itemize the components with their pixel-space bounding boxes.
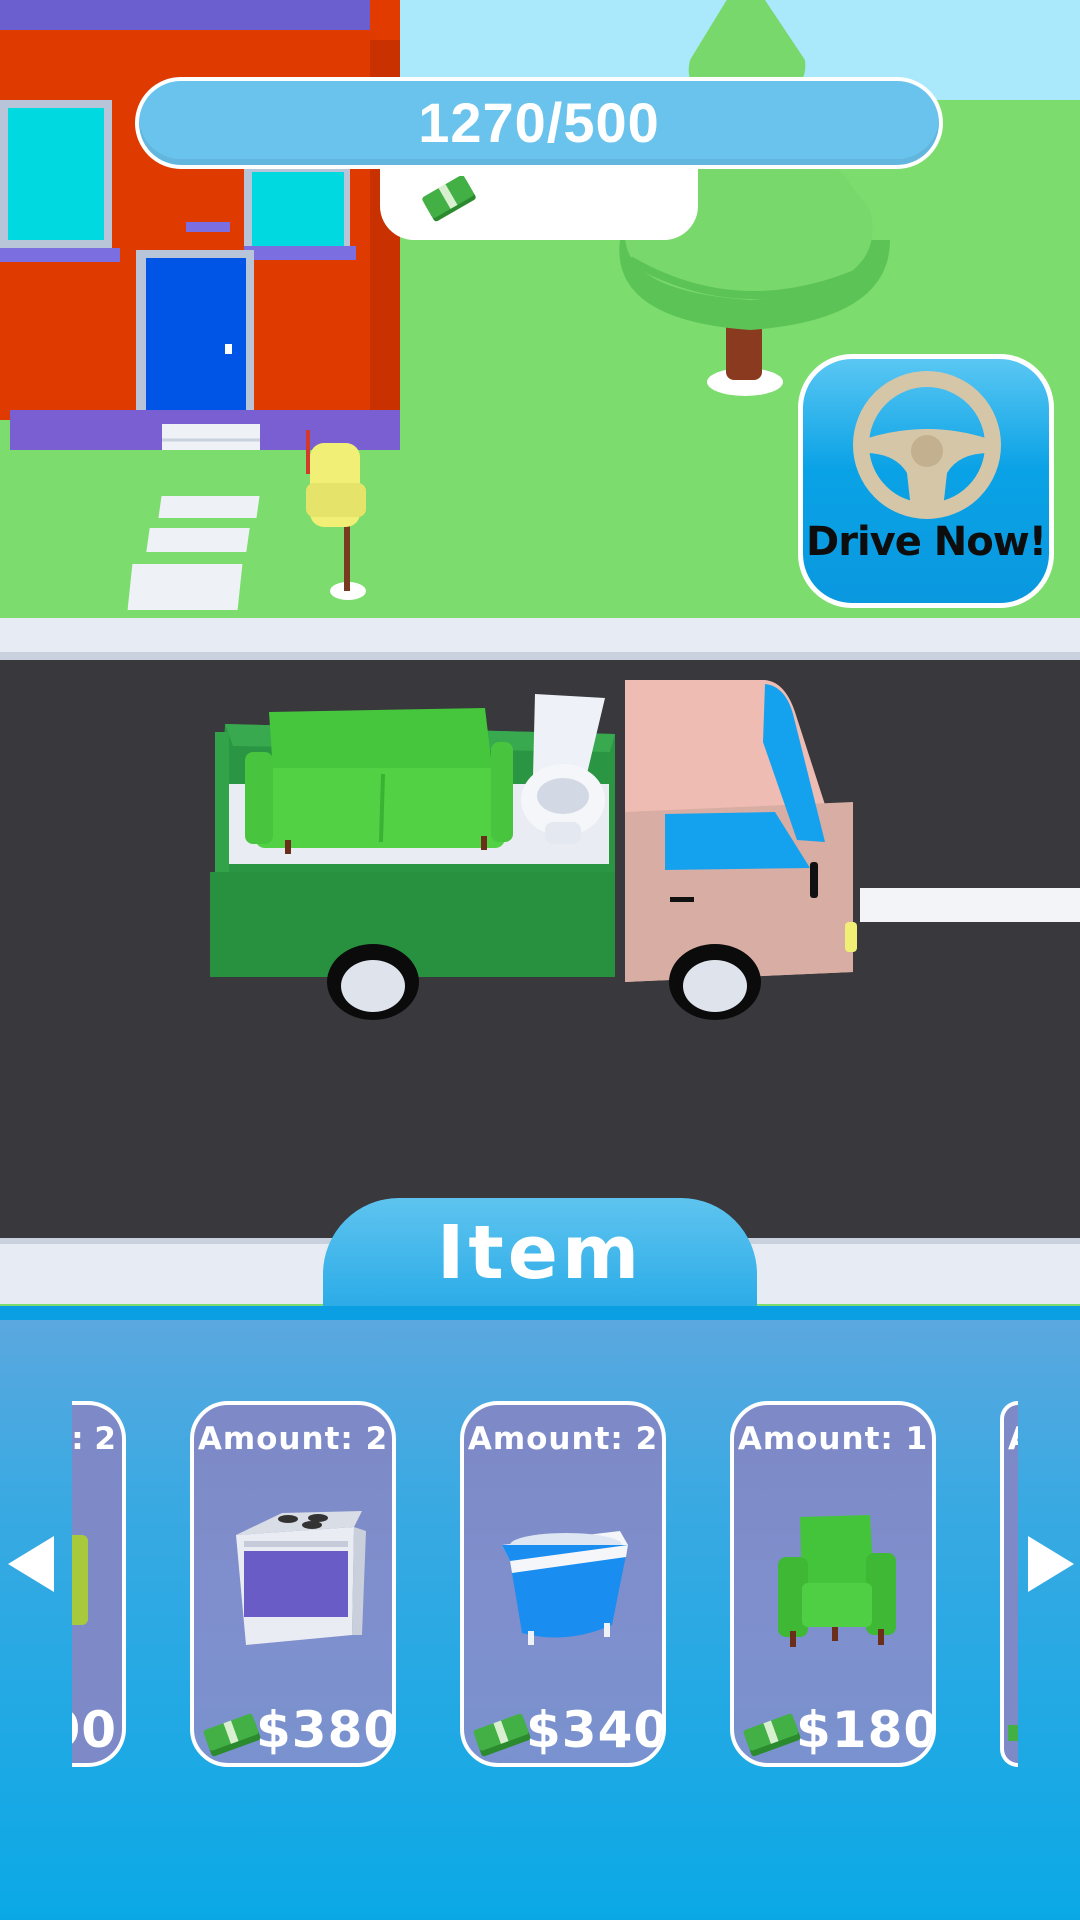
path-stone — [158, 496, 260, 518]
item-card-partial[interactable]: A — [1000, 1401, 1018, 1767]
stove-icon — [236, 1511, 366, 1645]
cash-icon — [203, 1713, 261, 1757]
item-tab-label: Item — [436, 1210, 644, 1296]
card-amount: : 2 — [72, 1421, 116, 1457]
road-marking — [860, 888, 1080, 922]
cash-icon — [473, 1713, 531, 1757]
card-amount: Amount: 2 — [467, 1421, 659, 1457]
card-price: $380 — [256, 1701, 396, 1759]
card-amount: A — [1008, 1421, 1018, 1457]
house — [0, 0, 400, 450]
cash-icon — [422, 176, 476, 222]
card-price: $340 — [526, 1701, 666, 1759]
drive-now-button[interactable]: Drive Now! — [798, 354, 1054, 608]
bathtub-icon — [502, 1531, 628, 1645]
cash-icon — [743, 1713, 801, 1757]
item-card-partial[interactable]: : 2 90 — [72, 1401, 126, 1767]
item-card-stove[interactable]: Amount: 2 $380 — [190, 1401, 396, 1767]
card-amount: Amount: 1 — [737, 1421, 929, 1457]
cash-icon — [1008, 1725, 1018, 1741]
progress-text: 1270/500 — [418, 91, 660, 154]
steering-wheel-icon — [853, 371, 1001, 519]
armchair-icon — [778, 1515, 896, 1647]
card-price: $180 — [796, 1701, 936, 1759]
path-stone — [127, 564, 243, 610]
mailbox — [306, 430, 366, 600]
drive-now-label: Drive Now! — [806, 519, 1047, 565]
sidewalk-top — [0, 618, 1080, 660]
path-stone — [146, 528, 250, 552]
item-card-bathtub[interactable]: Amount: 2 $340 — [460, 1401, 666, 1767]
scroll-right-arrow-icon[interactable] — [1028, 1536, 1074, 1592]
item-image — [72, 1535, 88, 1625]
item-card-armchair[interactable]: Amount: 1 $180 — [730, 1401, 936, 1767]
card-amount: Amount: 2 — [197, 1421, 389, 1457]
delivery-truck — [210, 680, 857, 1020]
card-price: 90 — [72, 1701, 116, 1759]
scroll-left-arrow-icon[interactable] — [8, 1536, 54, 1592]
